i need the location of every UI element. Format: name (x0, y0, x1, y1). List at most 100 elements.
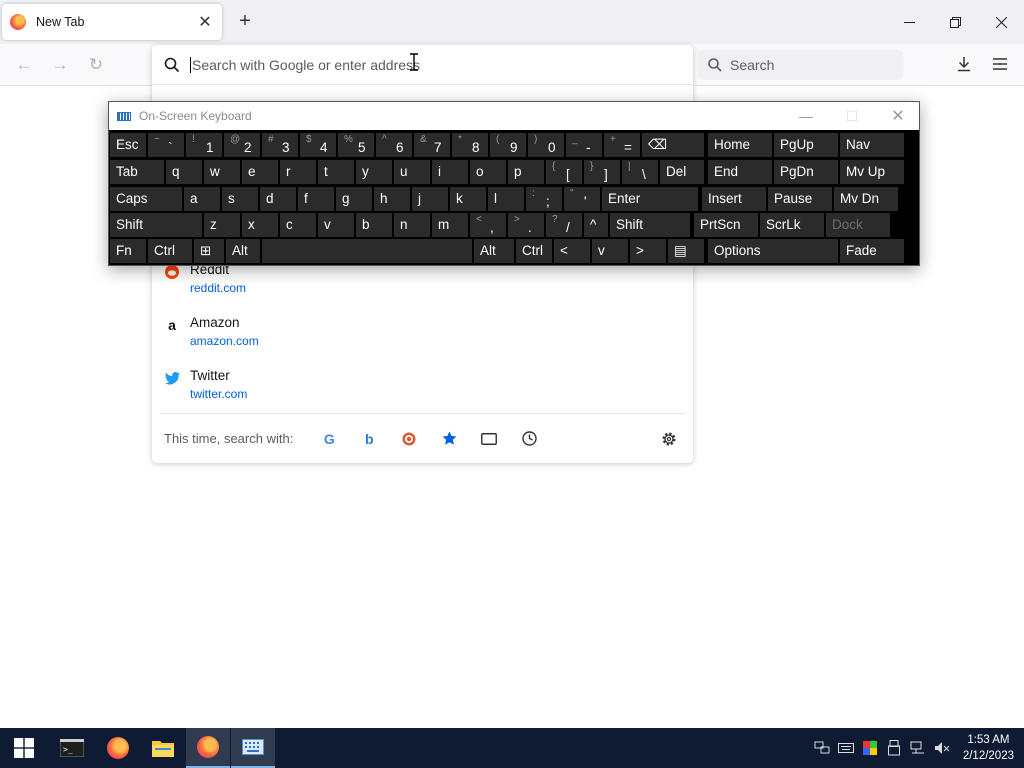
osk-key-p[interactable]: p (508, 160, 544, 184)
suggestion-twitter[interactable]: Twitter twitter.com (164, 368, 664, 408)
osk-key-8[interactable]: * 8 (452, 133, 488, 157)
osk-key-a[interactable]: a (184, 187, 220, 211)
osk-key-shift[interactable]: Shift (110, 213, 202, 237)
osk-key-y[interactable]: y (356, 160, 392, 184)
start-button[interactable] (2, 728, 46, 768)
osk-key-sym[interactable]: ⊞ (194, 239, 224, 263)
osk-key-sym[interactable]: ? / (546, 213, 582, 237)
osk-key-v[interactable]: v (318, 213, 354, 237)
osk-key-ctrl[interactable]: Ctrl (148, 239, 192, 263)
osk-key-i[interactable]: i (432, 160, 468, 184)
osk-key-home[interactable]: Home (708, 133, 772, 157)
osk-key-c[interactable]: c (280, 213, 316, 237)
osk-key-alt[interactable]: Alt (474, 239, 514, 263)
osk-key-sym[interactable]: >. (508, 213, 544, 237)
menu-icon[interactable] (990, 54, 1010, 74)
osk-key-enter[interactable]: Enter (602, 187, 698, 211)
google-icon[interactable]: G (309, 427, 349, 451)
osk-key-scrlk[interactable]: ScrLk (760, 213, 824, 237)
osk-key-sym[interactable]: _ - (566, 133, 602, 157)
osk-key-x[interactable]: x (242, 213, 278, 237)
firefox-taskbar-button[interactable] (96, 728, 140, 768)
osk-key-pgup[interactable]: PgUp (774, 133, 838, 157)
history-icon[interactable] (509, 427, 549, 451)
osk-key-z[interactable]: z (204, 213, 240, 237)
close-tab-icon[interactable]: ✕ (196, 12, 214, 32)
osk-key-sym[interactable]: :; (526, 187, 562, 211)
osk-key-sym[interactable]: ⌫ (642, 133, 704, 157)
osk-key-7[interactable]: & 7 (414, 133, 450, 157)
osk-key-fn[interactable]: Fn (110, 239, 146, 263)
osk-key-sym[interactable]: ^ (584, 213, 608, 237)
osk-key-r[interactable]: r (280, 160, 316, 184)
osk-minimize-button[interactable]: — (783, 102, 829, 130)
system-clock[interactable]: 1:53 AM 2/12/2023 (963, 732, 1014, 764)
osk-key-shift[interactable]: Shift (610, 213, 690, 237)
new-tab-button[interactable]: + (234, 10, 256, 32)
terminal-taskbar-button[interactable]: >_ (50, 728, 94, 768)
osk-key-sym[interactable]: ~ ` (148, 133, 184, 157)
osk-close-button[interactable]: ✕ (875, 102, 921, 130)
osk-key-options[interactable]: Options (708, 239, 838, 263)
osk-key-5[interactable]: % 5 (338, 133, 374, 157)
osk-key-sym[interactable]: + = (604, 133, 640, 157)
osk-key-m[interactable]: m (432, 213, 468, 237)
osk-key-o[interactable]: o (470, 160, 506, 184)
osk-key-caps[interactable]: Caps (110, 187, 182, 211)
osk-key-f[interactable]: f (298, 187, 334, 211)
suggestion-reddit[interactable]: Reddit reddit.com (164, 262, 664, 302)
minimize-button[interactable] (886, 0, 932, 44)
osk-key-del[interactable]: Del (660, 160, 704, 184)
osk-key-dock[interactable]: Dock (826, 213, 890, 237)
osk-key-2[interactable]: @2 (224, 133, 260, 157)
osk-key-sym[interactable]: " ' (564, 187, 600, 211)
bookmarks-icon[interactable] (429, 427, 469, 451)
restore-button[interactable] (932, 0, 978, 44)
downloads-icon[interactable] (954, 54, 974, 74)
osk-key-0[interactable]: ) 0 (528, 133, 564, 157)
osk-key-l[interactable]: l (488, 187, 524, 211)
osk-key-h[interactable]: h (374, 187, 410, 211)
osk-key-q[interactable]: q (166, 160, 202, 184)
osk-key-alt[interactable]: Alt (226, 239, 260, 263)
osk-key-g[interactable]: g (336, 187, 372, 211)
gear-icon[interactable] (659, 429, 679, 449)
network-icon[interactable] (814, 740, 830, 756)
osk-key-mvdn[interactable]: Mv Dn (834, 187, 898, 211)
osk-key-tab[interactable]: Tab (110, 160, 164, 184)
tab-new-tab[interactable]: New Tab ✕ (2, 4, 222, 40)
back-icon[interactable]: ← (13, 54, 35, 76)
tabs-icon[interactable] (469, 427, 509, 451)
network-status-icon[interactable] (910, 740, 926, 756)
osk-key-ctrl[interactable]: Ctrl (516, 239, 552, 263)
osk-key-pause[interactable]: Pause (768, 187, 832, 211)
osk-key-6[interactable]: ^ 6 (376, 133, 412, 157)
osk-key-sym[interactable]: {[ (546, 160, 582, 184)
osk-key-1[interactable]: ! 1 (186, 133, 222, 157)
osk-key-d[interactable]: d (260, 187, 296, 211)
bing-icon[interactable]: b (349, 427, 389, 451)
forward-icon[interactable]: → (49, 54, 71, 76)
osk-key-v[interactable]: v (592, 239, 628, 263)
osk-taskbar-button[interactable] (231, 728, 275, 768)
osk-key-n[interactable]: n (394, 213, 430, 237)
osk-key-b[interactable]: b (356, 213, 392, 237)
suggestion-amazon[interactable]: a Amazon amazon.com (164, 315, 664, 355)
osk-key-prtscn[interactable]: PrtScn (694, 213, 758, 237)
osk-key-sym[interactable]: < (554, 239, 590, 263)
reload-icon[interactable]: ↻ (85, 54, 107, 76)
osk-key-pgdn[interactable]: PgDn (774, 160, 838, 184)
osk-key-esc[interactable]: Esc (110, 133, 146, 157)
file-explorer-taskbar-button[interactable] (141, 728, 185, 768)
volume-muted-icon[interactable] (934, 740, 950, 756)
color-app-icon[interactable] (862, 740, 878, 756)
osk-key-space[interactable] (262, 239, 472, 263)
osk-key-end[interactable]: End (708, 160, 772, 184)
osk-key-sym[interactable]: > (630, 239, 666, 263)
osk-key-e[interactable]: e (242, 160, 278, 184)
osk-key-insert[interactable]: Insert (702, 187, 766, 211)
osk-key-9[interactable]: (9 (490, 133, 526, 157)
osk-key-u[interactable]: u (394, 160, 430, 184)
usb-icon[interactable] (886, 740, 902, 756)
address-bar[interactable]: Search with Google or enter address (152, 45, 693, 85)
